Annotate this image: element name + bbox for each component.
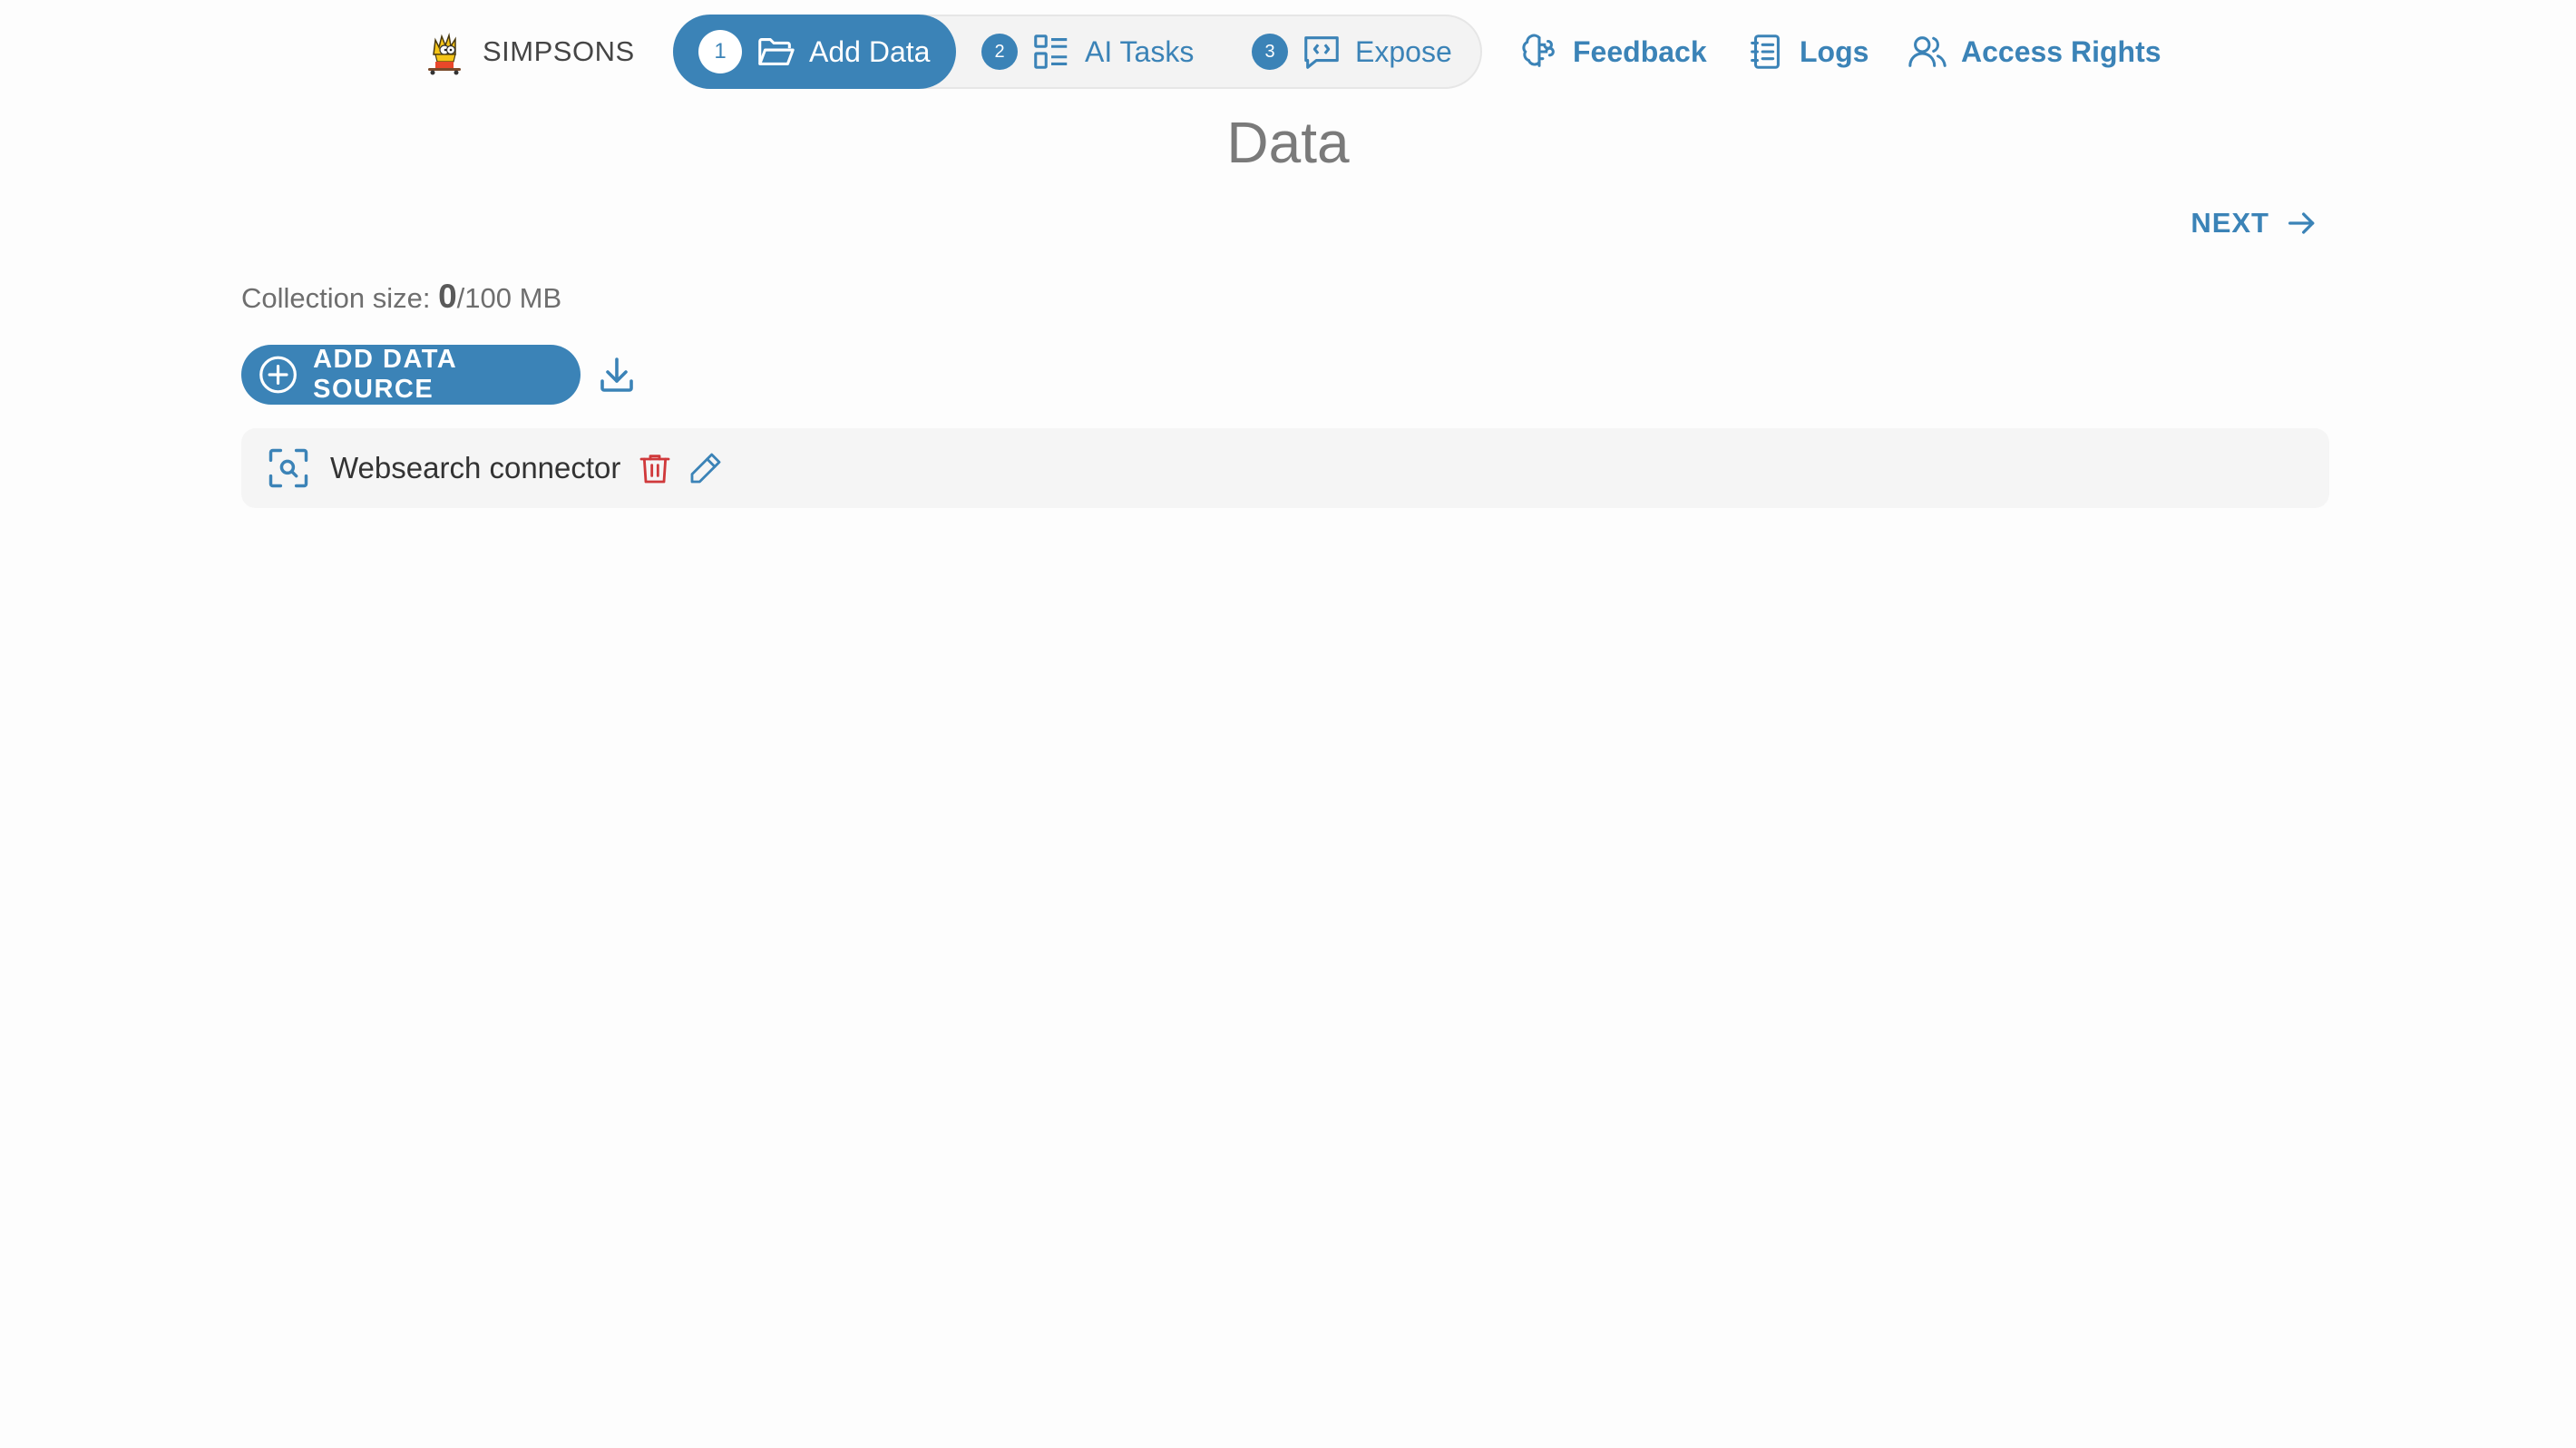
brand[interactable]: SIMPSONS — [421, 27, 635, 76]
bart-simpson-logo-icon — [428, 33, 461, 75]
collection-size-value: 0 — [438, 278, 457, 315]
pencil-icon[interactable] — [688, 450, 724, 486]
data-source-name: Websearch connector — [330, 451, 621, 484]
workflow-stepper: 1 Add Data 2 AI Tasks 3 Expose — [673, 15, 1482, 89]
next-label: NEXT — [2191, 207, 2269, 239]
download-icon[interactable] — [595, 354, 639, 397]
users-icon — [1908, 36, 1947, 67]
step-add-data[interactable]: 1 Add Data — [673, 15, 956, 89]
step-expose[interactable]: 3 Expose — [1252, 15, 1452, 89]
collection-size: Collection size: 0/100 MB — [241, 278, 561, 316]
brand-name: SIMPSONS — [483, 35, 635, 67]
logs-label: Logs — [1800, 34, 1869, 68]
step-number: 2 — [981, 34, 1018, 70]
access-rights-label: Access Rights — [1961, 34, 2161, 68]
logs-link[interactable]: Logs — [1745, 27, 1869, 76]
add-data-source-label: ADD DATA SOURCE — [313, 345, 457, 404]
next-button[interactable]: NEXT — [2191, 201, 2320, 245]
folder-open-icon — [758, 38, 795, 65]
step-label: Expose — [1355, 34, 1452, 68]
notebook-icon — [1751, 34, 1780, 69]
step-label: AI Tasks — [1085, 34, 1195, 68]
collection-size-label: Collection size: — [241, 282, 439, 314]
plus-circle-icon — [259, 356, 297, 394]
step-number: 3 — [1252, 34, 1288, 70]
step-ai-tasks[interactable]: 2 AI Tasks — [981, 15, 1194, 89]
feedback-link[interactable]: Feedback — [1518, 27, 1707, 76]
chat-code-icon — [1304, 36, 1339, 69]
step-label: Add Data — [809, 34, 931, 68]
access-rights-link[interactable]: Access Rights — [1907, 27, 2161, 76]
collection-size-limit: /100 MB — [456, 282, 562, 314]
list-grid-icon — [1034, 34, 1068, 69]
data-source-row[interactable]: Websearch connector — [241, 428, 2329, 508]
top-navigation: SIMPSONS 1 Add Data 2 AI Tasks 3 Expose … — [0, 15, 2576, 89]
add-data-source-button[interactable]: ADD DATA SOURCE — [241, 345, 581, 405]
web-search-icon — [268, 448, 308, 488]
feedback-label: Feedback — [1573, 34, 1707, 68]
feedback-brain-icon — [1522, 34, 1555, 67]
step-number: 1 — [698, 30, 742, 73]
arrow-right-icon — [2288, 212, 2315, 234]
trash-icon[interactable] — [637, 450, 673, 486]
page-title: Data — [1226, 110, 1350, 175]
